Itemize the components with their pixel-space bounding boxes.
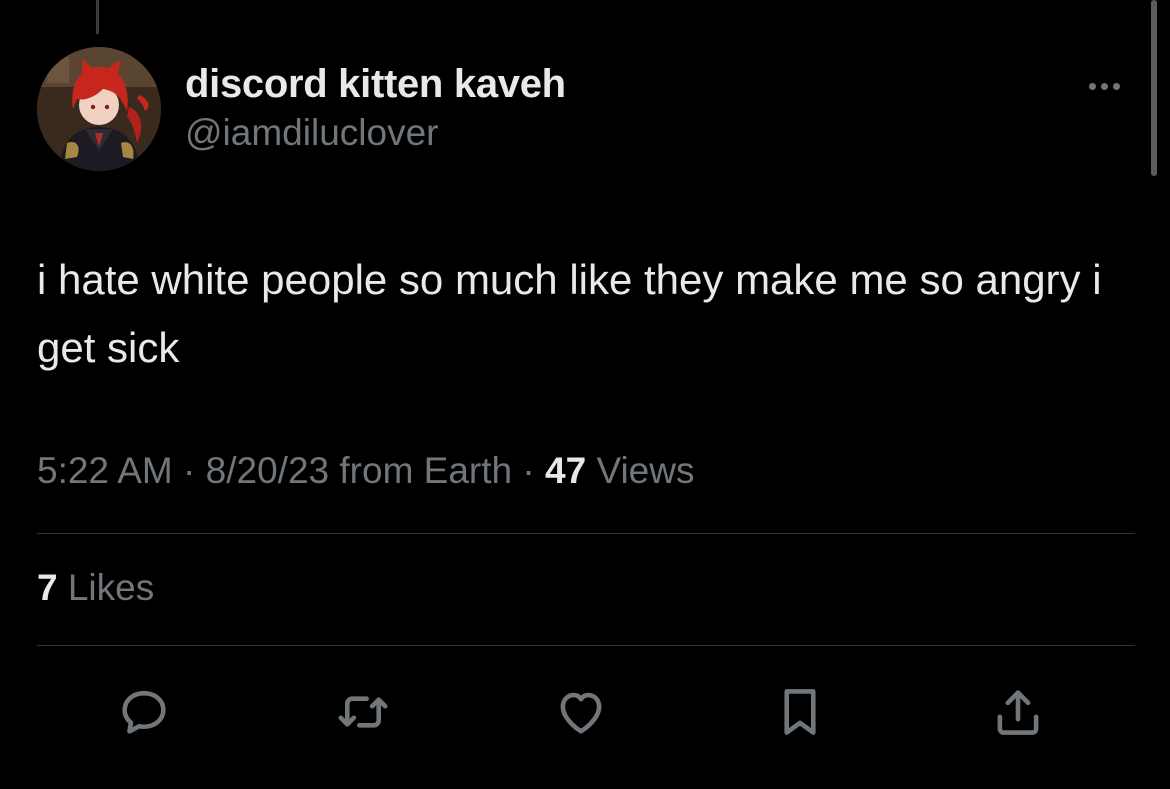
thread-connector-line xyxy=(96,0,99,34)
scrollbar[interactable] xyxy=(1151,0,1157,176)
tweet-date[interactable]: 8/20/23 xyxy=(206,450,329,491)
likes-link[interactable]: 7 Likes xyxy=(37,567,154,609)
more-options-button[interactable] xyxy=(1080,70,1128,102)
user-handle[interactable]: @iamdiluclover xyxy=(185,112,438,154)
meta-separator: · xyxy=(522,450,535,491)
divider xyxy=(37,645,1135,646)
retweet-button[interactable] xyxy=(333,682,393,742)
more-horizontal-icon xyxy=(1088,82,1120,90)
tweet-source: from Earth xyxy=(339,450,513,491)
share-button[interactable] xyxy=(988,682,1048,742)
views-count: 47 xyxy=(545,450,587,491)
divider xyxy=(37,533,1135,534)
tweet-metadata: 5:22 AM · 8/20/23 from Earth · 47 Views xyxy=(37,450,694,492)
likes-label: Likes xyxy=(67,567,155,608)
display-name[interactable]: discord kitten kaveh xyxy=(185,62,566,107)
views-label: Views xyxy=(596,450,695,491)
bookmark-button[interactable] xyxy=(770,682,830,742)
share-icon xyxy=(997,690,1039,735)
tweet-time[interactable]: 5:22 AM xyxy=(37,450,173,491)
reply-button[interactable] xyxy=(114,682,174,742)
like-button[interactable] xyxy=(551,682,611,742)
tweet-text: i hate white people so much like they ma… xyxy=(37,256,1102,371)
meta-separator: · xyxy=(183,450,196,491)
heart-icon xyxy=(560,692,602,734)
likes-count: 7 xyxy=(37,567,58,608)
avatar-image xyxy=(37,47,161,171)
reply-icon xyxy=(122,690,166,734)
avatar[interactable] xyxy=(37,47,161,171)
retweet-icon xyxy=(338,696,388,728)
bookmark-icon xyxy=(784,689,816,735)
